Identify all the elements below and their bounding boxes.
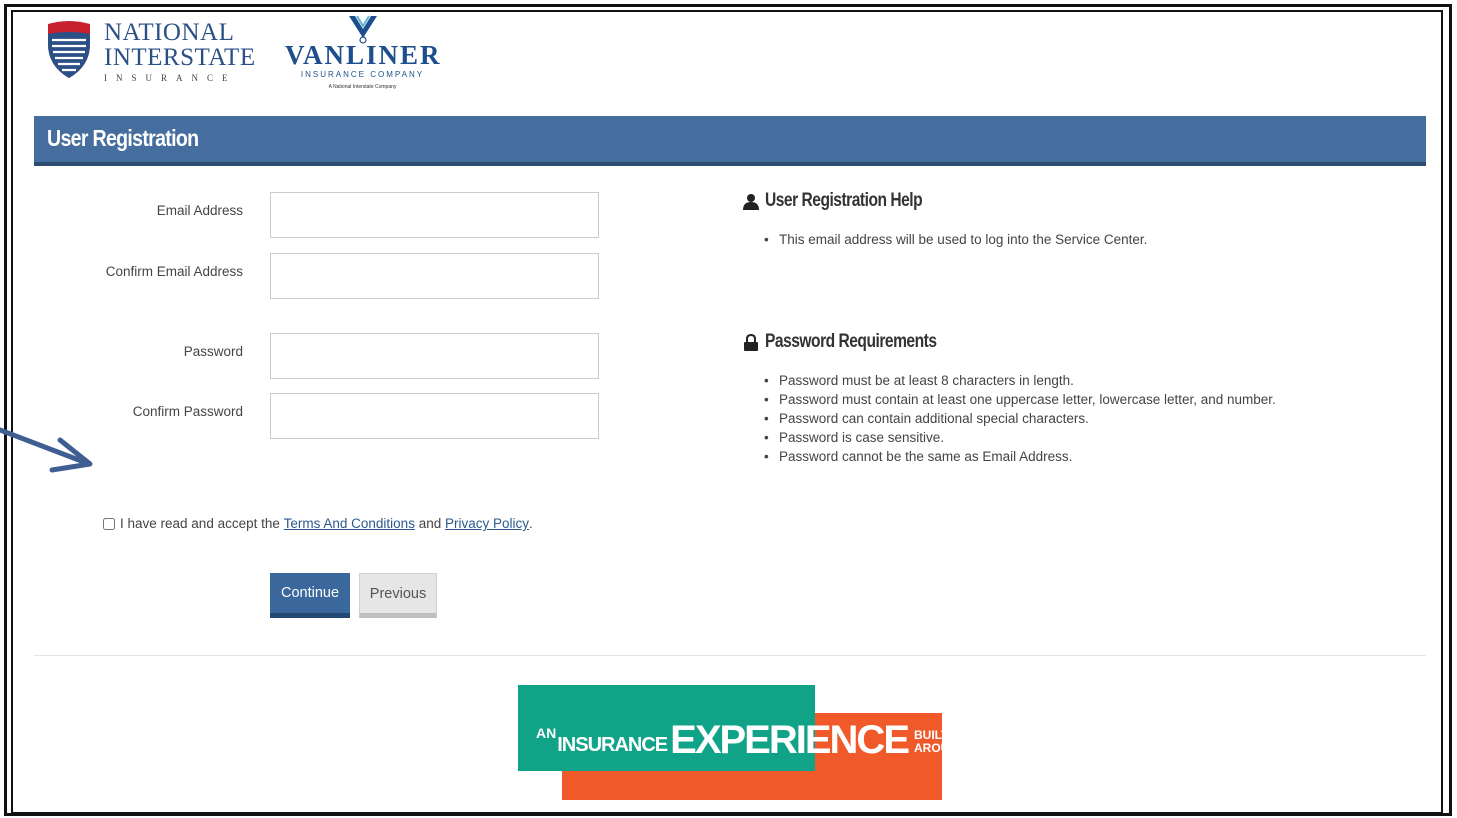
terms-suffix: . <box>529 516 533 531</box>
user-icon <box>743 193 759 210</box>
password-requirements-heading: Password Requirements <box>743 331 974 353</box>
terms-and-conditions-link[interactable]: Terms And Conditions <box>284 516 415 531</box>
confirm-email-field[interactable] <box>270 253 599 299</box>
previous-button[interactable]: Previous <box>359 573 437 618</box>
title-bar: User Registration <box>34 116 1426 166</box>
privacy-policy-link[interactable]: Privacy Policy <box>445 516 529 531</box>
ni-logo-line3: INSURANCE <box>104 73 237 83</box>
email-label: Email Address <box>156 203 243 218</box>
vanliner-logo: VANLINER INSURANCE COMPANY A National In… <box>285 14 440 90</box>
banner-experience: EXPERIENCE <box>670 718 910 762</box>
password-requirements-title: Password Requirements <box>765 331 937 352</box>
email-field[interactable] <box>270 192 599 238</box>
password-field[interactable] <box>270 333 599 379</box>
terms-middle: and <box>414 516 445 531</box>
vanliner-subtitle: INSURANCE COMPANY <box>300 70 425 79</box>
confirm-password-label: Confirm Password <box>132 404 243 419</box>
footer-divider <box>34 655 1426 656</box>
registration-help-list: This email address will be used to log i… <box>764 230 1147 249</box>
banner-you: YOU. <box>958 714 1060 763</box>
registration-help-title: User Registration Help <box>765 190 923 211</box>
vanliner-tagline: A National Interstate Company <box>328 84 397 90</box>
list-item: Password cannot be the same as Email Add… <box>764 447 1276 466</box>
terms-checkbox[interactable] <box>103 517 115 530</box>
list-item: This email address will be used to log i… <box>764 230 1147 249</box>
terms-row: I have read and accept the Terms And Con… <box>103 516 533 531</box>
terms-prefix: I have read and accept the <box>120 516 284 531</box>
experience-banner: AN INSURANCE EXPERIENCE BUILT AROUND YOU… <box>518 685 1060 800</box>
ni-logo-line2: INTERSTATE <box>104 44 256 71</box>
banner-an: AN <box>536 725 557 741</box>
list-item: Password must contain at least one upper… <box>764 390 1276 409</box>
list-item: Password can contain additional special … <box>764 409 1276 428</box>
lock-icon <box>744 333 758 351</box>
page-title: User Registration <box>47 125 199 151</box>
list-item: Password is case sensitive. <box>764 428 1276 447</box>
registration-help-heading: User Registration Help <box>743 190 957 212</box>
list-item: Password must be at least 8 characters i… <box>764 371 1276 390</box>
annotation-arrow-icon <box>0 427 93 473</box>
shield-logo-icon <box>48 21 90 78</box>
continue-button[interactable]: Continue <box>270 573 350 618</box>
vanliner-name: VANLINER <box>285 40 442 70</box>
password-label: Password <box>183 344 243 359</box>
national-interstate-logo: NATIONAL INTERSTATE INSURANCE <box>46 19 256 83</box>
confirm-email-label: Confirm Email Address <box>105 264 243 279</box>
password-requirements-list: Password must be at least 8 characters i… <box>764 371 1276 466</box>
banner-slogan: AN INSURANCE EXPERIENCE BUILT AROUND YOU… <box>536 714 1060 763</box>
ni-logo-line1: NATIONAL <box>104 19 235 46</box>
confirm-password-field[interactable] <box>270 393 599 439</box>
banner-built-around: BUILT AROUND <box>914 728 967 755</box>
banner-insurance: INSURANCE <box>557 734 668 756</box>
